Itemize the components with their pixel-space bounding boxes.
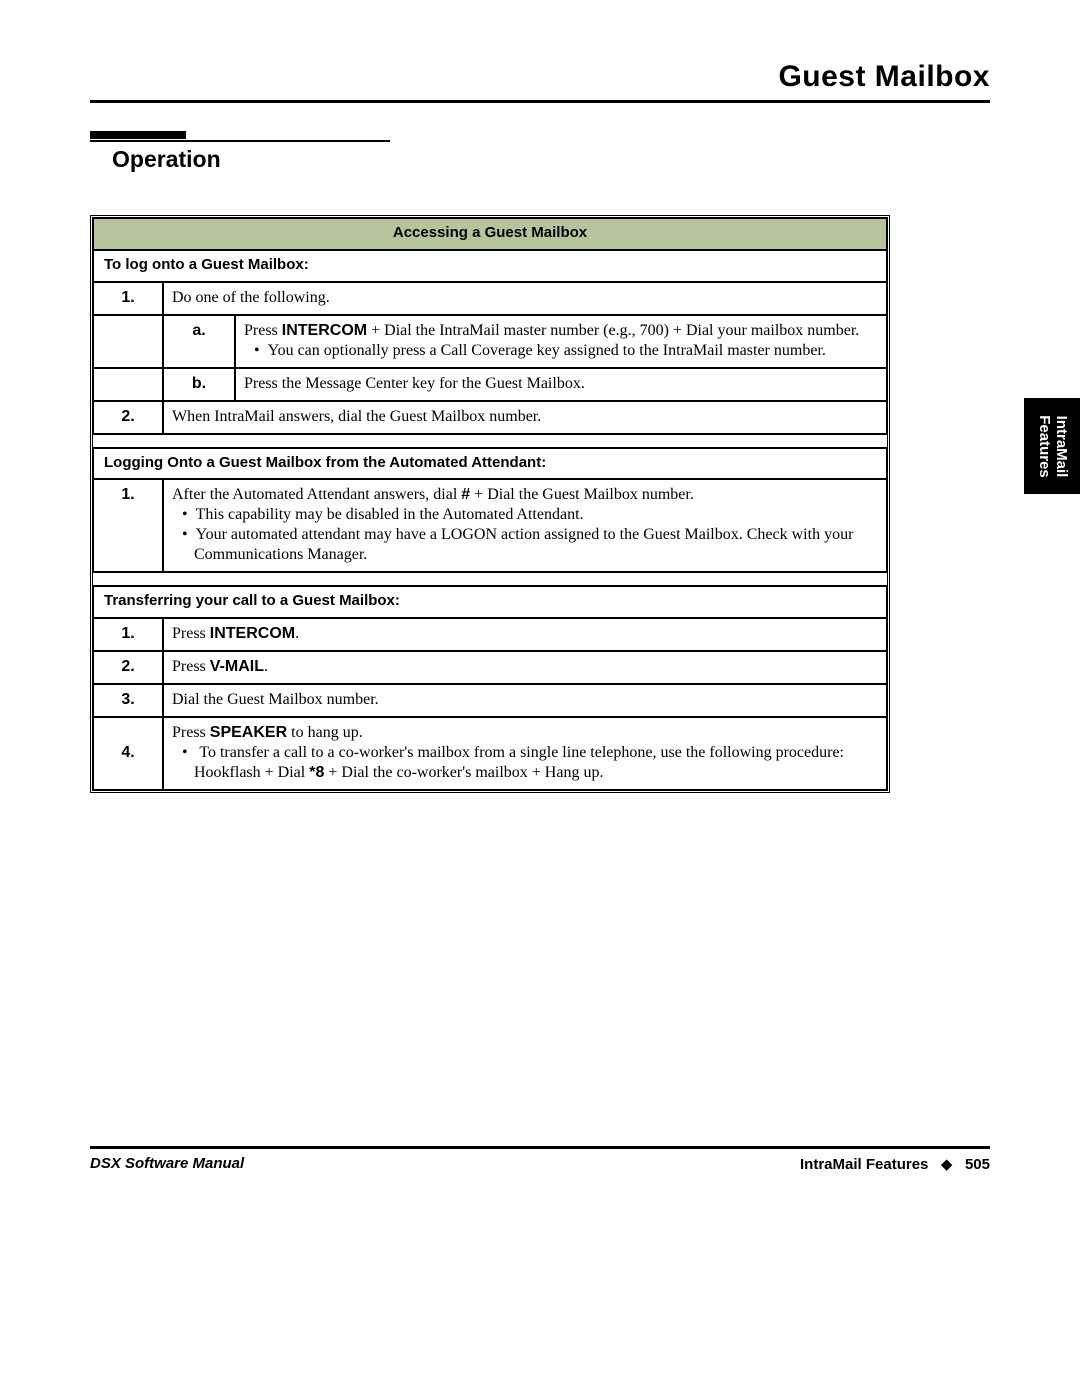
step-number: 1. — [93, 479, 163, 572]
text-part: + Dial the co-worker's mailbox + Hang up… — [324, 764, 603, 781]
subhead-text: Transferring your call to a Guest Mailbo… — [93, 586, 887, 618]
step-number-empty — [93, 368, 163, 401]
page-content: Guest Mailbox Operation Accessing a Gues… — [90, 60, 990, 793]
table-row: 2. When IntraMail answers, dial the Gues… — [93, 401, 887, 434]
table-row: 1. Press INTERCOM. — [93, 618, 887, 651]
footer-left: DSX Software Manual — [90, 1155, 244, 1173]
page-title: Guest Mailbox — [90, 60, 990, 94]
section-rule — [90, 140, 390, 142]
text-part: . — [295, 625, 299, 642]
table-row: a. Press INTERCOM + Dial the IntraMail m… — [93, 315, 887, 368]
step-text: Dial the Guest Mailbox number. — [163, 684, 887, 717]
keyword-intercom: INTERCOM — [282, 322, 367, 339]
keyword-star8: *8 — [309, 764, 324, 781]
table-row: 1. Do one of the following. — [93, 282, 887, 315]
section-heading: Operation — [112, 146, 990, 173]
step-text: Press SPEAKER to hang up. To transfer a … — [163, 717, 887, 790]
step-number: 4. — [93, 717, 163, 790]
text-part: Press — [172, 724, 210, 741]
side-tab-line1: IntraMail — [1053, 415, 1070, 477]
text-prefix: Press — [244, 322, 282, 339]
table-title-row: Accessing a Guest Mailbox — [93, 218, 887, 250]
table-title: Accessing a Guest Mailbox — [93, 218, 887, 250]
step-text: Press V-MAIL. — [163, 651, 887, 684]
subhead-text: Logging Onto a Guest Mailbox from the Au… — [93, 448, 887, 480]
step-number-empty — [93, 315, 163, 368]
step-text: Press INTERCOM. — [163, 618, 887, 651]
table-row: 1. After the Automated Attendant answers… — [93, 479, 887, 572]
footer-page-number: 505 — [965, 1156, 990, 1173]
text-part: Press — [172, 658, 210, 675]
header-rule — [90, 100, 990, 103]
text-part: After the Automated Attendant answers, d… — [172, 486, 461, 503]
substep-text: Press INTERCOM + Dial the IntraMail mast… — [235, 315, 887, 368]
spacer-row — [93, 434, 887, 448]
step-number: 2. — [93, 401, 163, 434]
bullet-item: Your automated attendant may have a LOGO… — [194, 525, 878, 565]
text-part: . — [264, 658, 268, 675]
text-part: Press — [172, 625, 210, 642]
step-text: Do one of the following. — [163, 282, 887, 315]
step-text: When IntraMail answers, dial the Guest M… — [163, 401, 887, 434]
keyword-speaker: SPEAKER — [210, 724, 287, 741]
footer-rule — [90, 1146, 990, 1149]
text-rest: + Dial the IntraMail master number (e.g.… — [367, 322, 859, 339]
spacer-row — [93, 572, 887, 586]
keyword-hash: # — [461, 486, 470, 503]
text-part: to hang up. — [287, 724, 363, 741]
footer-row: DSX Software Manual IntraMail Features ◆… — [90, 1155, 990, 1173]
footer-right: IntraMail Features ◆ 505 — [800, 1155, 990, 1173]
substep-letter: a. — [163, 315, 235, 368]
side-tab-line2: Features — [1036, 415, 1053, 478]
substep-letter: b. — [163, 368, 235, 401]
table-row: b. Press the Message Center key for the … — [93, 368, 887, 401]
step-number: 1. — [93, 618, 163, 651]
bullet-item: To transfer a call to a co-worker's mail… — [194, 743, 878, 783]
step-number: 2. — [93, 651, 163, 684]
text-part: + Dial the Guest Mailbox number. — [470, 486, 694, 503]
subhead-logon-text: To log onto a Guest Mailbox: — [93, 250, 887, 282]
step-number: 1. — [93, 282, 163, 315]
keyword-vmail: V-MAIL — [210, 658, 264, 675]
bullet-item: You can optionally press a Call Coverage… — [266, 341, 878, 361]
side-tab-label: IntraMail Features — [1036, 415, 1069, 478]
footer-section-label: IntraMail Features — [800, 1156, 928, 1173]
table-row: 4. Press SPEAKER to hang up. To transfer… — [93, 717, 887, 790]
subhead-auto-attendant: Logging Onto a Guest Mailbox from the Au… — [93, 448, 887, 480]
step-text: After the Automated Attendant answers, d… — [163, 479, 887, 572]
table-row: 3. Dial the Guest Mailbox number. — [93, 684, 887, 717]
bullet-item: This capability may be disabled in the A… — [194, 505, 878, 525]
side-tab: IntraMail Features — [1024, 398, 1080, 494]
table-row: 2. Press V-MAIL. — [93, 651, 887, 684]
diamond-icon: ◆ — [941, 1156, 953, 1173]
page-footer: DSX Software Manual IntraMail Features ◆… — [90, 1146, 990, 1173]
keyword-intercom: INTERCOM — [210, 625, 295, 642]
section-mark — [90, 131, 186, 139]
subhead-logon: To log onto a Guest Mailbox: — [93, 250, 887, 282]
subhead-transfer: Transferring your call to a Guest Mailbo… — [93, 586, 887, 618]
step-number: 3. — [93, 684, 163, 717]
substep-text: Press the Message Center key for the Gue… — [235, 368, 887, 401]
procedure-table: Accessing a Guest Mailbox To log onto a … — [90, 215, 890, 793]
